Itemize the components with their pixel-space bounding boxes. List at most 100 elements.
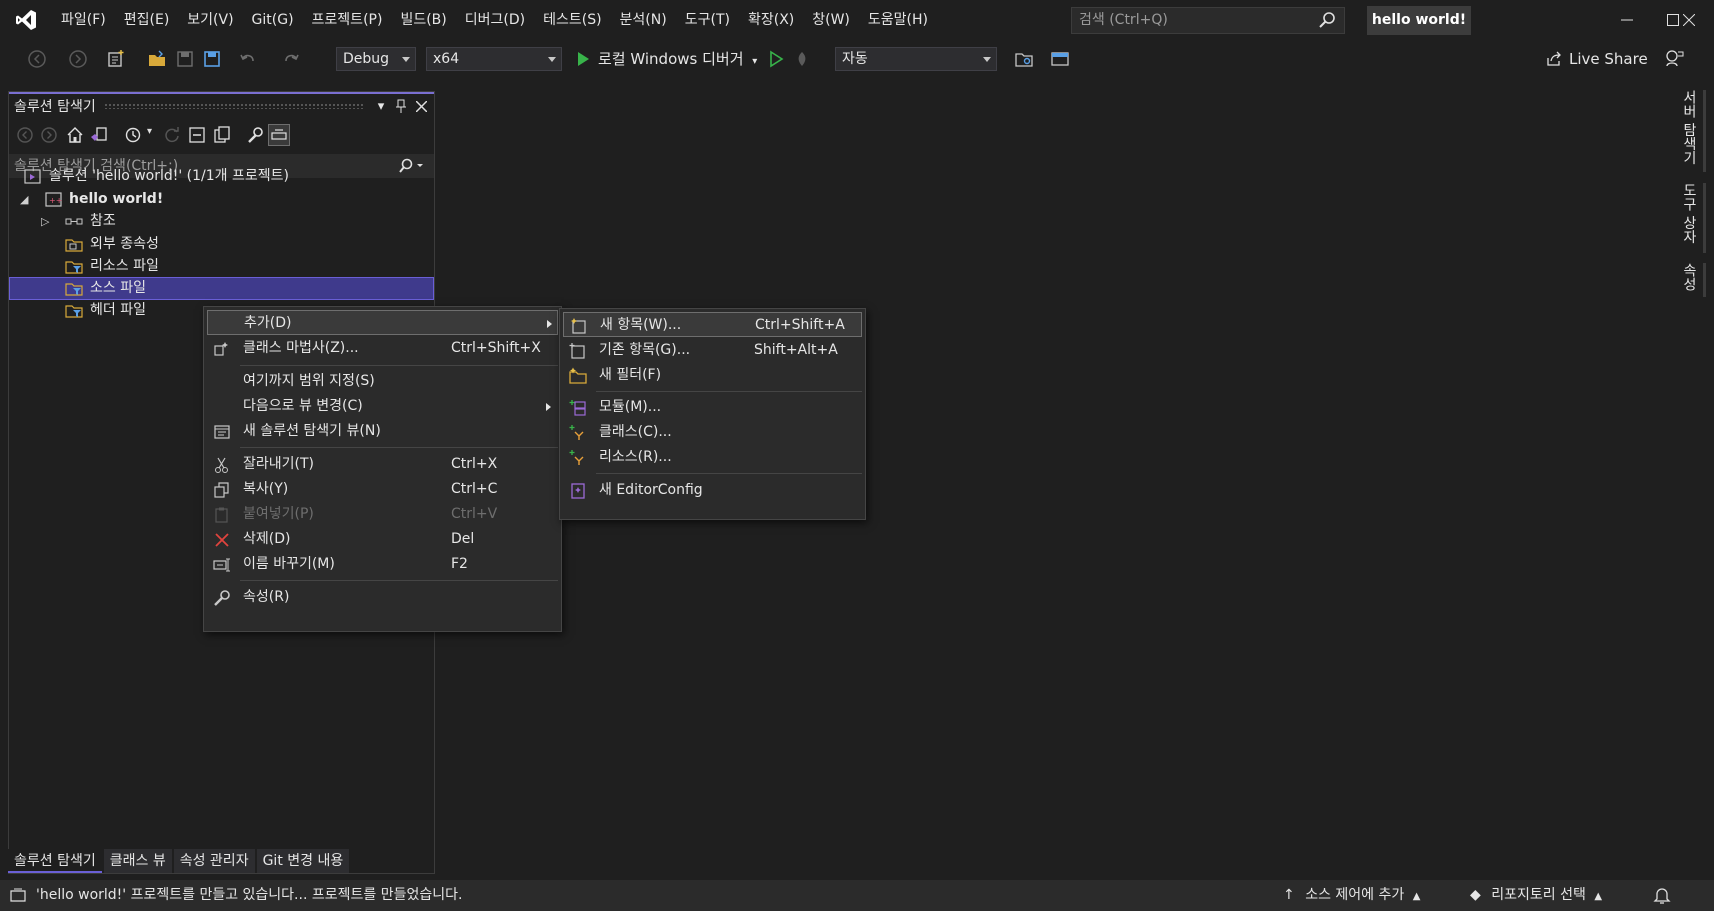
save-icon[interactable] xyxy=(175,49,195,69)
menu-debug[interactable]: 디버그(D) xyxy=(456,0,534,40)
forward-icon[interactable] xyxy=(39,125,59,145)
menu-help[interactable]: 도움말(H) xyxy=(859,0,937,40)
side-tab-server-explorer[interactable]: 서버 탐색기 xyxy=(1678,90,1706,172)
menu-item-change-view-to[interactable]: 다음으로 뷰 변경(C) xyxy=(207,394,558,419)
properties-wrench-icon[interactable] xyxy=(245,125,265,145)
layout-icon[interactable] xyxy=(1050,49,1070,69)
side-tab-properties[interactable]: 속성 xyxy=(1678,263,1706,297)
close-icon xyxy=(1683,14,1695,26)
output-status-icon[interactable] xyxy=(10,888,26,903)
find-in-files-icon[interactable] xyxy=(1014,49,1034,69)
menu-item-cut[interactable]: 잘라내기(T) Ctrl+X xyxy=(207,452,558,477)
menu-item-new-solution-view[interactable]: 새 솔루션 탐색기 뷰(N) xyxy=(207,419,558,444)
tree-item-solution[interactable]: 솔루션 'hello world!' (1/1개 프로젝트) xyxy=(9,165,434,188)
pending-changes-filter-icon[interactable] xyxy=(123,125,143,145)
startup-item-select[interactable]: 자동 xyxy=(835,47,997,71)
feedback-icon[interactable] xyxy=(1664,48,1684,68)
open-folder-icon[interactable] xyxy=(147,49,167,69)
visual-studio-logo-icon[interactable] xyxy=(14,8,38,32)
menu-extensions[interactable]: 확장(X) xyxy=(739,0,803,40)
tab-git-changes[interactable]: Git 변경 내용 xyxy=(256,849,350,873)
menu-window[interactable]: 창(W) xyxy=(803,0,859,40)
tab-solution-explorer[interactable]: 솔루션 탐색기 xyxy=(8,849,102,873)
forward-icon[interactable] xyxy=(68,49,88,69)
menu-edit[interactable]: 편집(E) xyxy=(115,0,179,40)
add-to-source-control-button[interactable]: ↑ 소스 제어에 추가 ▲ xyxy=(1283,880,1420,911)
up-arrow-icon: ↑ xyxy=(1283,887,1295,903)
chevron-down-icon[interactable]: ▾ xyxy=(147,126,152,137)
save-all-icon[interactable] xyxy=(202,49,222,69)
menu-item-rename[interactable]: 이름 바꾸기(M) F2 xyxy=(207,552,558,577)
chevron-down-icon: ▾ xyxy=(752,56,758,67)
menu-build[interactable]: 빌드(B) xyxy=(391,0,455,40)
context-menu: 추가(D) 클래스 마법사(Z)... Ctrl+Shift+X 여기까지 범위… xyxy=(203,306,562,632)
back-icon[interactable] xyxy=(15,125,35,145)
menu-item-class[interactable]: 클래스(C)... xyxy=(563,420,862,445)
start-debug-icon[interactable] xyxy=(573,49,593,69)
tree-item-references[interactable]: ▷ 참조 xyxy=(9,210,434,233)
show-all-files-icon[interactable] xyxy=(212,125,232,145)
redo-icon[interactable] xyxy=(281,49,301,69)
rename-icon xyxy=(213,558,230,572)
platform-select[interactable]: x64 xyxy=(426,47,562,71)
collapse-all-icon[interactable] xyxy=(187,125,207,145)
minimize-button[interactable] xyxy=(1604,0,1650,40)
delete-icon xyxy=(215,533,229,547)
menu-item-module[interactable]: 모듈(M)... xyxy=(563,395,862,420)
menu-test[interactable]: 테스트(S) xyxy=(534,0,610,40)
hot-reload-icon[interactable] xyxy=(792,49,812,69)
collapsed-arrow-icon[interactable]: ▷ xyxy=(41,210,49,233)
menu-item-new-editorconfig[interactable]: 새 EditorConfig xyxy=(563,478,862,503)
home-icon[interactable] xyxy=(65,125,85,145)
menu-item-add[interactable]: 추가(D) xyxy=(207,310,558,335)
side-tab-toolbox[interactable]: 도구 상자 xyxy=(1678,183,1706,253)
tree-item-project[interactable]: ◢ ++ hello world! xyxy=(9,188,434,211)
menu-item-copy[interactable]: 복사(Y) Ctrl+C xyxy=(207,477,558,502)
tab-class-view[interactable]: 클래스 뷰 xyxy=(103,849,172,873)
switch-views-icon[interactable] xyxy=(89,125,109,145)
live-share-button[interactable]: Live Share xyxy=(1545,40,1648,78)
menu-separator xyxy=(596,473,862,474)
debugger-target-button[interactable]: 로컬 Windows 디버거 ▾ xyxy=(598,40,757,78)
undo-icon[interactable] xyxy=(238,49,258,69)
wrench-icon xyxy=(214,590,230,606)
select-repository-button[interactable]: ◆ 리포지토리 선택 ▲ xyxy=(1470,880,1602,911)
menu-item-delete[interactable]: 삭제(D) Del xyxy=(207,527,558,552)
menu-item-label: 복사(Y) xyxy=(243,481,289,497)
menu-git[interactable]: Git(G) xyxy=(243,0,303,40)
panel-drag-handle[interactable] xyxy=(103,103,363,109)
menu-item-new-item[interactable]: 새 항목(W)... Ctrl+Shift+A xyxy=(563,312,862,337)
tree-item-external-deps[interactable]: 외부 종속성 xyxy=(9,233,434,256)
tree-item-resource-files[interactable]: 리소스 파일 xyxy=(9,255,434,278)
tab-property-manager[interactable]: 속성 관리자 xyxy=(173,849,255,873)
close-panel-icon[interactable] xyxy=(411,96,431,116)
tree-item-source-files[interactable]: 소스 파일 xyxy=(9,277,434,300)
start-without-debug-icon[interactable] xyxy=(766,49,786,69)
menu-file[interactable]: 파일(F) xyxy=(52,0,115,40)
panel-options-icon[interactable]: ▾ xyxy=(371,96,391,116)
menu-item-new-filter[interactable]: 새 필터(F) xyxy=(563,363,862,388)
search-input[interactable]: 검색 (Ctrl+Q) xyxy=(1071,7,1345,34)
menu-view[interactable]: 보기(V) xyxy=(178,0,242,40)
preview-selected-items-icon[interactable] xyxy=(268,124,290,146)
back-icon[interactable] xyxy=(27,49,47,69)
close-button[interactable] xyxy=(1664,0,1714,40)
menu-analyze[interactable]: 분석(N) xyxy=(611,0,676,40)
pin-icon[interactable] xyxy=(391,96,411,116)
menu-item-existing-item[interactable]: 기존 항목(G)... Shift+Alt+A xyxy=(563,338,862,363)
solution-config-select[interactable]: Debug xyxy=(336,47,416,71)
debugger-label: 로컬 Windows 디버거 xyxy=(598,50,744,68)
menu-item-class-wizard[interactable]: 클래스 마법사(Z)... Ctrl+Shift+X xyxy=(207,336,558,361)
new-project-icon[interactable] xyxy=(106,49,126,69)
refresh-icon[interactable] xyxy=(162,125,182,145)
menu-item-resource[interactable]: 리소스(R)... xyxy=(563,445,862,470)
menu-item-paste[interactable]: 붙여넣기(P) Ctrl+V xyxy=(207,502,558,527)
chevron-down-icon xyxy=(983,57,991,62)
expanded-arrow-icon[interactable]: ◢ xyxy=(20,188,28,211)
notifications-bell-icon[interactable] xyxy=(1653,886,1671,905)
menu-item-properties[interactable]: 속성(R) xyxy=(207,585,558,610)
menu-tools[interactable]: 도구(T) xyxy=(676,0,739,40)
tree-item-label: 리소스 파일 xyxy=(90,258,159,274)
menu-project[interactable]: 프로젝트(P) xyxy=(303,0,392,40)
menu-item-scope-to-this[interactable]: 여기까지 범위 지정(S) xyxy=(207,369,558,394)
